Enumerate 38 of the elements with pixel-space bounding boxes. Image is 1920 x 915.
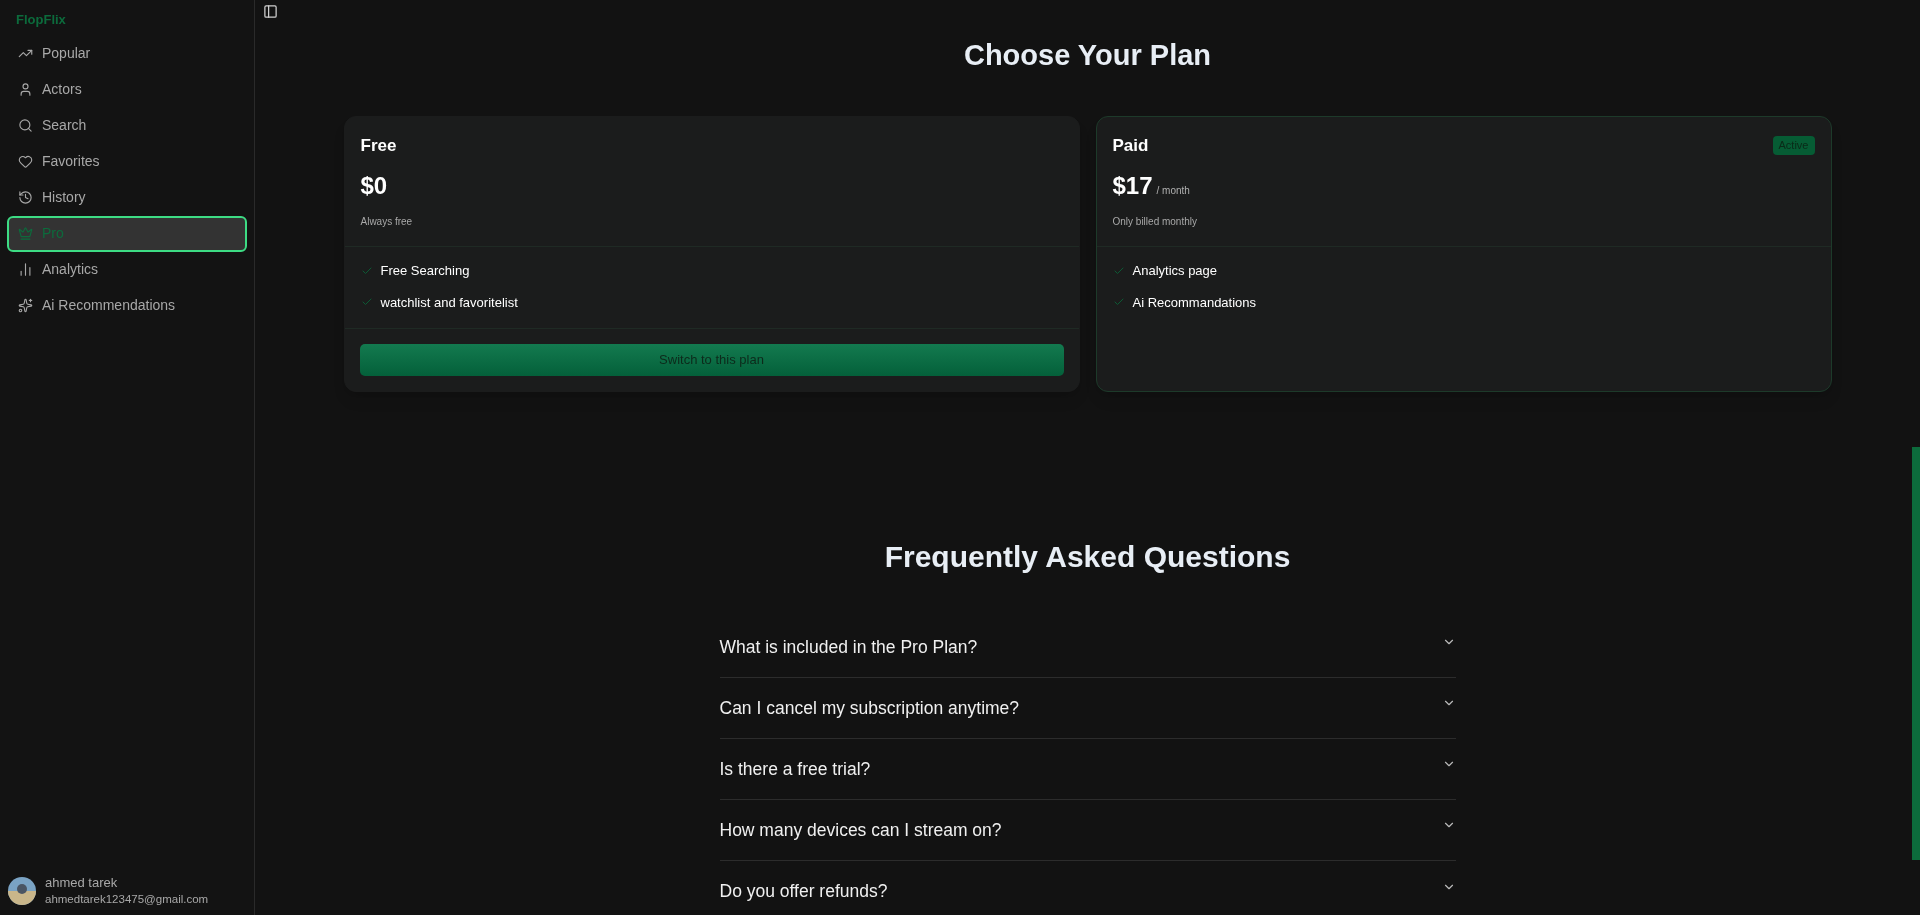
- sidebar-item[interactable]: Analytics: [7, 251, 247, 288]
- sparkle-icon: [18, 298, 33, 313]
- faq-question[interactable]: How many devices can I stream on?: [719, 800, 1456, 861]
- sidebar-item[interactable]: History: [7, 179, 247, 216]
- faq-question[interactable]: Is there a free trial?: [719, 739, 1456, 800]
- sidebar-item[interactable]: Actors: [7, 71, 247, 108]
- page-title: Choose Your Plan: [962, 38, 1213, 73]
- bar-chart-icon: [18, 262, 33, 277]
- heart-icon: [18, 154, 33, 169]
- sidebar-item[interactable]: Ai Recommendations: [7, 287, 247, 324]
- person-icon: [18, 82, 33, 97]
- plan-price: $0: [360, 171, 388, 201]
- crown-icon: [18, 226, 33, 241]
- plan-feature: Free Searching: [380, 262, 470, 280]
- faq-question[interactable]: What is included in the Pro Plan?: [719, 617, 1456, 678]
- faq-title: Frequently Asked Questions: [883, 539, 1292, 575]
- user-name: ahmed tarek: [45, 875, 119, 891]
- faq-question[interactable]: Do you offer refunds?: [719, 861, 1456, 915]
- scrollbar-thumb[interactable]: [1912, 447, 1920, 860]
- avatar: [8, 877, 36, 905]
- plan-note: Only billed monthly: [1112, 215, 1198, 229]
- sidebar-item[interactable]: Search: [7, 107, 247, 144]
- plan-name: Free: [360, 134, 397, 157]
- faq-question[interactable]: Can I cancel my subscription anytime?: [719, 678, 1456, 739]
- plan-note: Always free: [360, 215, 414, 229]
- plan-feature: Analytics page: [1132, 262, 1218, 280]
- history-icon: [18, 190, 33, 205]
- brand-name: FlopFlix: [15, 11, 67, 29]
- plan-feature: watchlist and favoritelist: [380, 293, 518, 312]
- plan-price: $17: [1112, 171, 1153, 201]
- sidebar-item[interactable]: Popular: [7, 35, 247, 72]
- sidebar-toggle-icon[interactable]: [263, 4, 278, 19]
- search-icon: [18, 118, 33, 133]
- plan-feature: Ai Recommandations: [1132, 293, 1257, 312]
- user-email: ahmedtarek123475@gmail.com: [45, 892, 209, 907]
- sidebar-item[interactable]: Favorites: [7, 143, 247, 180]
- price-period: / month: [1156, 184, 1190, 198]
- plan-name: Paid: [1112, 134, 1149, 157]
